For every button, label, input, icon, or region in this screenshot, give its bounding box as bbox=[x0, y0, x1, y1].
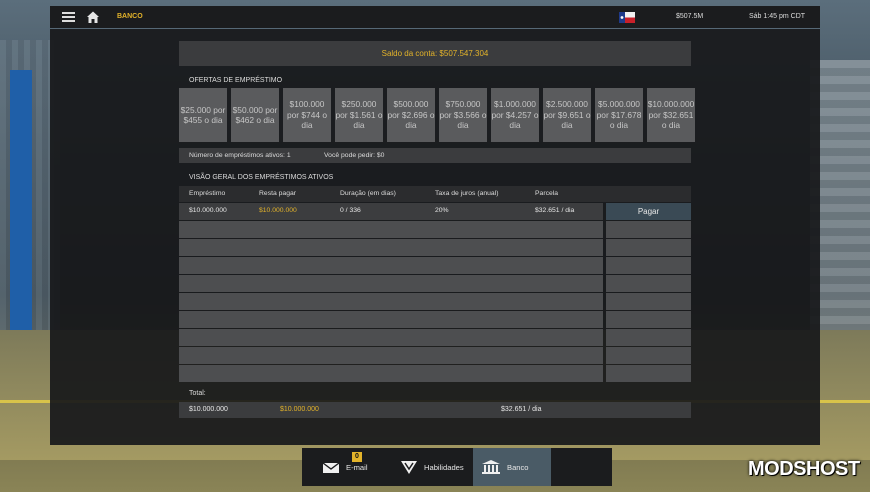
loan-offer-2500000[interactable]: $2.500.000 por $9.651 o dia bbox=[543, 88, 591, 142]
table-row-empty bbox=[179, 293, 691, 310]
row-action-slot bbox=[606, 365, 691, 382]
row-cells bbox=[179, 221, 603, 238]
table-row-empty bbox=[179, 311, 691, 328]
row-cells: $10.000.000 $10.000.000 0 / 336 20% $32.… bbox=[179, 203, 603, 220]
table-row-empty bbox=[179, 365, 691, 382]
loan-offer-label: $5.000.000 por $17.678 o dia bbox=[596, 99, 642, 131]
table-row: $10.000.000 $10.000.000 0 / 336 20% $32.… bbox=[179, 203, 691, 220]
menu-icon[interactable] bbox=[62, 12, 75, 22]
loan-offer-label: $50.000 por $462 o dia bbox=[232, 104, 278, 126]
table-row-empty bbox=[179, 329, 691, 346]
row-action-slot bbox=[606, 311, 691, 328]
table-row-empty bbox=[179, 221, 691, 238]
row-cells bbox=[179, 329, 603, 346]
pay-button[interactable]: Pagar bbox=[606, 203, 691, 220]
row-action-slot bbox=[606, 275, 691, 292]
loan-offer-label: $250.000 por $1.561 o dia bbox=[335, 99, 383, 131]
table-row-empty bbox=[179, 347, 691, 364]
email-badge: 0 bbox=[352, 452, 362, 462]
total-installment: $32.651 / dia bbox=[501, 406, 542, 413]
row-cells bbox=[179, 257, 603, 274]
top-bar: BANCO $507.5M Sáb 1:45 pm CDT bbox=[50, 6, 820, 28]
balance-short: $507.5M bbox=[676, 13, 704, 20]
column-header-remaining: Resta pagar bbox=[259, 190, 297, 197]
loan-offers-title: OFERTAS DE EMPRÉSTIMO bbox=[189, 77, 283, 84]
active-loans-table: Empréstimo Resta pagar Duração (em dias)… bbox=[179, 186, 691, 382]
total-remaining: $10.000.000 bbox=[280, 406, 319, 413]
loan-amount: $10.000.000 bbox=[189, 207, 227, 214]
background-pillar bbox=[10, 70, 32, 350]
loan-offer-label: $100.000 por $744 o dia bbox=[286, 99, 328, 131]
row-cells bbox=[179, 347, 603, 364]
loan-duration: 0 / 336 bbox=[340, 207, 361, 214]
installment-amount: $32.651 / dia bbox=[535, 207, 575, 214]
borrow-limit: Você pode pedir: $0 bbox=[324, 152, 385, 159]
row-action-slot bbox=[606, 293, 691, 310]
loan-offer-100000[interactable]: $100.000 por $744 o dia bbox=[283, 88, 331, 142]
column-header-installment: Parcela bbox=[535, 190, 559, 197]
table-row-empty bbox=[179, 239, 691, 256]
bank-icon bbox=[482, 460, 500, 474]
column-header-duration: Duração (em dias) bbox=[340, 190, 396, 197]
row-action-slot bbox=[606, 257, 691, 274]
nav-email-label: E-mail bbox=[346, 462, 368, 472]
table-header: Empréstimo Resta pagar Duração (em dias)… bbox=[179, 186, 691, 202]
row-action-slot bbox=[606, 329, 691, 346]
home-icon[interactable] bbox=[86, 10, 100, 24]
active-loans-count: Número de empréstimos ativos: 1 bbox=[189, 152, 291, 159]
loan-offer-label: $750.000 por $3.566 o dia bbox=[439, 99, 487, 131]
loan-offer-25000[interactable]: $25.000 por $455 o dia bbox=[179, 88, 227, 142]
account-balance-text: Saldo da conta: $507.547.304 bbox=[381, 49, 489, 58]
nav-bank[interactable]: Banco bbox=[473, 448, 551, 486]
row-cells bbox=[179, 293, 603, 310]
row-action-slot bbox=[606, 221, 691, 238]
nav-email[interactable]: 0 E-mail bbox=[322, 448, 392, 486]
table-row-empty bbox=[179, 257, 691, 274]
skills-icon bbox=[401, 461, 417, 474]
total-label: Total: bbox=[189, 390, 206, 397]
game-clock: Sáb 1:45 pm CDT bbox=[749, 13, 806, 20]
row-cells bbox=[179, 365, 603, 382]
account-balance: Saldo da conta: $507.547.304 bbox=[179, 41, 691, 66]
loan-offer-50000[interactable]: $50.000 por $462 o dia bbox=[231, 88, 279, 142]
total-loan: $10.000.000 bbox=[189, 406, 228, 413]
bottom-nav: 0 E-mail Habilidades Banco bbox=[302, 448, 612, 486]
nav-skills[interactable]: Habilidades bbox=[400, 448, 474, 486]
row-action-slot bbox=[606, 239, 691, 256]
interest-rate: 20% bbox=[435, 207, 449, 214]
loan-offer-250000[interactable]: $250.000 por $1.561 o dia bbox=[335, 88, 383, 142]
column-header-rate: Taxa de juros (anual) bbox=[435, 190, 499, 197]
active-loans-title: VISÃO GERAL DOS EMPRÉSTIMOS ATIVOS bbox=[189, 174, 334, 181]
row-cells bbox=[179, 311, 603, 328]
nav-bank-label: Banco bbox=[507, 462, 529, 472]
breadcrumb: BANCO bbox=[117, 13, 143, 20]
column-header-loan: Empréstimo bbox=[189, 190, 226, 197]
loan-offer-750000[interactable]: $750.000 por $3.566 o dia bbox=[439, 88, 487, 142]
loan-info-bar: Número de empréstimos ativos: 1 Você pod… bbox=[179, 148, 691, 163]
loan-offer-label: $500.000 por $2.696 o dia bbox=[387, 99, 435, 131]
row-cells bbox=[179, 239, 603, 256]
loan-offer-500000[interactable]: $500.000 por $2.696 o dia bbox=[387, 88, 435, 142]
totals-row: $10.000.000 $10.000.000 $32.651 / dia bbox=[179, 402, 691, 418]
nav-skills-label: Habilidades bbox=[424, 462, 464, 472]
loan-offer-label: $1.000.000 por $4.257 o dia bbox=[491, 99, 539, 131]
loan-offer-1000000[interactable]: $1.000.000 por $4.257 o dia bbox=[491, 88, 539, 142]
envelope-icon bbox=[322, 462, 340, 473]
loan-offers: $25.000 por $455 o dia $50.000 por $462 … bbox=[179, 88, 695, 142]
row-action-slot bbox=[606, 347, 691, 364]
loan-offer-label: $25.000 por $455 o dia bbox=[180, 104, 226, 126]
watermark-logo: MODSHOST bbox=[748, 458, 860, 480]
row-cells bbox=[179, 275, 603, 292]
table-row-empty bbox=[179, 275, 691, 292]
loan-offer-label: $2.500.000 por $9.651 o dia bbox=[543, 99, 591, 131]
texas-flag-icon bbox=[619, 12, 635, 23]
loan-offer-5000000[interactable]: $5.000.000 por $17.678 o dia bbox=[595, 88, 643, 142]
remaining-amount: $10.000.000 bbox=[259, 207, 297, 214]
loan-offer-label: $10.000.000 por $32.651 o dia bbox=[647, 99, 695, 131]
loan-offer-10000000[interactable]: $10.000.000 por $32.651 o dia bbox=[647, 88, 695, 142]
